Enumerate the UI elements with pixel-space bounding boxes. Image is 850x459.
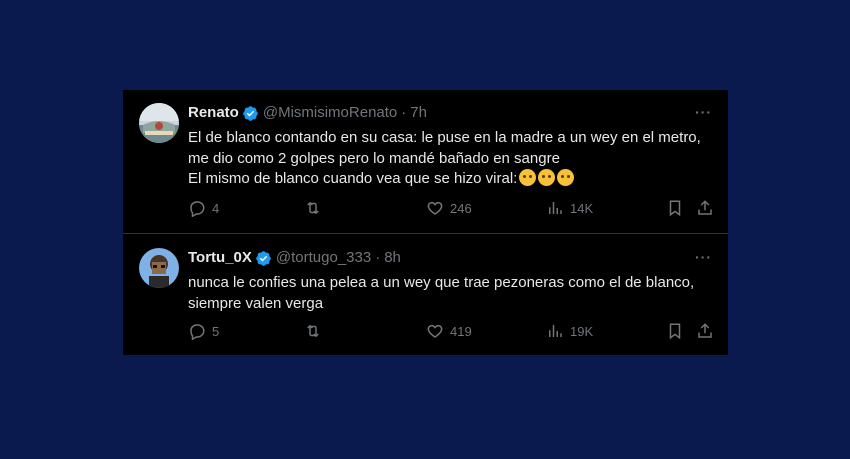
heart-icon [427, 324, 443, 338]
tweet-text: nunca le confies una pelea a un wey que … [188, 273, 718, 314]
tweet-line: siempre valen verga [188, 294, 324, 312]
like-button[interactable]: 246 [426, 199, 472, 217]
like-count: 419 [450, 323, 472, 339]
share-button[interactable] [696, 322, 714, 340]
handle[interactable]: @MismisimoRenato [263, 104, 397, 122]
bookmark-icon [669, 323, 681, 340]
more-options-icon[interactable]: ··· [695, 249, 712, 265]
retweet-button[interactable] [304, 199, 328, 217]
retweet-icon [307, 324, 319, 338]
reply-count: 5 [212, 323, 220, 339]
tweet-line: El mismo de blanco cuando vea que se hiz… [188, 169, 718, 190]
tweet-line-text: El mismo de blanco cuando vea que se hiz… [188, 170, 518, 187]
display-name[interactable]: Tortu_0X [188, 249, 252, 267]
bookmark-button[interactable] [666, 199, 684, 217]
tweet-panel: Renato @MismisimoRenato · 7h ··· El de b… [123, 90, 728, 355]
more-options-icon[interactable]: ··· [695, 104, 712, 120]
tweet-line: nunca le confies una pelea a un wey que … [188, 274, 695, 291]
retweet-button[interactable] [304, 322, 328, 340]
tweet-text: El de blanco contando en su casa: le pus… [188, 128, 718, 190]
avatar[interactable] [139, 248, 179, 288]
tweet-actions: 5 419 19K [188, 322, 718, 342]
share-button[interactable] [696, 199, 714, 217]
verified-badge-icon [242, 105, 259, 122]
reply-icon [190, 324, 205, 340]
tweet[interactable]: Tortu_0X @tortugo_333 · 8h ··· nunca le … [123, 235, 728, 355]
retweet-icon [307, 201, 319, 215]
tweet-header: Renato @MismisimoRenato · 7h [188, 104, 427, 122]
share-icon [698, 323, 712, 338]
crying-face-emoji [557, 169, 575, 186]
tweet-line: El de blanco contando en su casa: le pus… [188, 129, 701, 146]
display-name[interactable]: Renato [188, 104, 239, 122]
handle[interactable]: @tortugo_333 [276, 249, 371, 267]
views-button[interactable]: 19K [546, 322, 593, 340]
separator: · [375, 249, 381, 266]
bookmark-button[interactable] [666, 322, 684, 340]
reply-button[interactable]: 5 [188, 322, 219, 340]
view-count: 14K [570, 200, 594, 216]
like-button[interactable]: 419 [426, 322, 472, 340]
like-count: 246 [450, 200, 472, 216]
views-button[interactable]: 14K [546, 199, 593, 217]
tweet-header: Tortu_0X @tortugo_333 · 8h [188, 249, 401, 267]
avatar[interactable] [139, 103, 179, 143]
tweet[interactable]: Renato @MismisimoRenato · 7h ··· El de b… [123, 90, 728, 234]
heart-icon [427, 201, 443, 215]
tweet-line: me dio como 2 golpes pero lo mandé bañad… [188, 149, 560, 167]
persevering-face-emoji [538, 169, 556, 186]
timestamp[interactable]: 7h [410, 104, 427, 122]
views-icon [549, 202, 562, 214]
timestamp[interactable]: 8h [384, 249, 401, 267]
views-icon [549, 325, 562, 337]
hushed-face-emoji [519, 169, 537, 186]
separator: · [401, 104, 407, 121]
view-count: 19K [570, 323, 594, 339]
share-icon [698, 200, 712, 215]
reply-button[interactable]: 4 [188, 199, 219, 217]
bookmark-icon [669, 200, 681, 217]
tweet-actions: 4 246 14K [188, 199, 718, 219]
reply-count: 4 [212, 200, 220, 216]
reply-icon [190, 201, 205, 217]
verified-badge-icon [255, 250, 272, 267]
